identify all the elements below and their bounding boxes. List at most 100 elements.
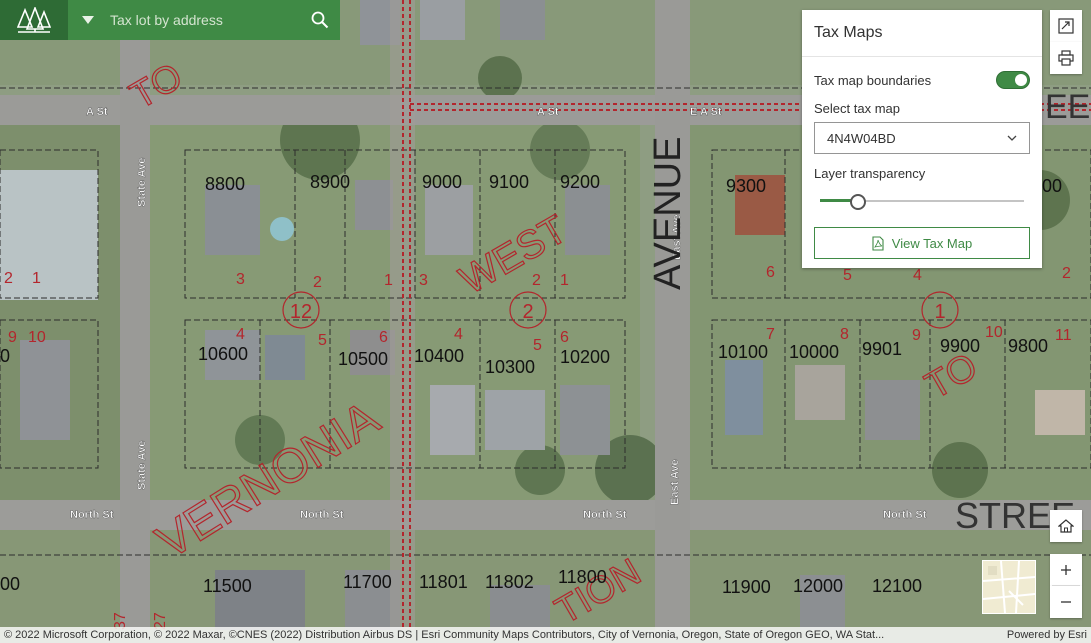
chevron-down-icon — [1007, 135, 1017, 141]
street-label: North St — [583, 509, 627, 521]
svg-text:4: 4 — [913, 267, 922, 284]
app-logo — [0, 0, 68, 40]
street-label: A St — [537, 106, 559, 118]
home-icon — [1058, 519, 1074, 533]
select-value: 4N4W04BD — [827, 130, 896, 146]
big-label: AVENUE — [647, 137, 689, 290]
lot-number: 11500 — [203, 576, 252, 596]
svg-text:3: 3 — [236, 271, 245, 288]
slider-thumb[interactable] — [849, 194, 866, 210]
svg-text:6: 6 — [766, 264, 775, 281]
lot-number: 00 — [0, 574, 20, 594]
lot-number: 8900 — [310, 172, 350, 192]
svg-text:5: 5 — [533, 337, 542, 354]
svg-text:4: 4 — [454, 326, 463, 343]
toggle-label: Tax map boundaries — [814, 72, 932, 88]
svg-text:9: 9 — [912, 327, 921, 344]
pdf-file-icon — [872, 235, 884, 251]
big-label: EET — [1045, 88, 1091, 126]
toggle-knob — [1015, 74, 1027, 86]
lot-number: 11801 — [419, 572, 468, 592]
svg-text:10: 10 — [985, 324, 1003, 341]
svg-text:2: 2 — [1062, 265, 1071, 282]
search-widget — [68, 0, 340, 40]
transparency-slider[interactable] — [820, 191, 1024, 211]
svg-text:10: 10 — [28, 329, 46, 346]
view-tax-map-label: View Tax Map — [891, 235, 973, 251]
svg-text:6: 6 — [560, 329, 569, 346]
attribution-text[interactable]: © 2022 Microsoft Corporation, © 2022 Max… — [4, 629, 884, 641]
tax-maps-panel: Tax Maps Tax map boundaries Select tax m… — [802, 10, 1042, 268]
svg-text:2: 2 — [4, 270, 13, 287]
street-label: A St — [86, 106, 108, 118]
block-number: 2 — [522, 301, 533, 323]
svg-text:3: 3 — [419, 272, 428, 289]
plus-icon — [1061, 565, 1071, 575]
lot-number: 9100 — [489, 172, 529, 192]
search-source-dropdown[interactable] — [68, 0, 108, 40]
lot-number: 8800 — [205, 174, 245, 194]
lot-number: 10400 — [414, 346, 464, 366]
lot-number: 10600 — [198, 344, 248, 364]
select-label: Select tax map — [814, 101, 900, 116]
street-basemap-thumbnail-icon — [983, 561, 1035, 613]
lot-number: 0 — [0, 346, 10, 366]
svg-text:4: 4 — [236, 326, 245, 343]
svg-text:1: 1 — [560, 272, 569, 289]
lot-number: 9200 — [560, 172, 600, 192]
lot-number: 10300 — [485, 357, 535, 377]
print-button[interactable] — [1050, 42, 1082, 74]
lot-number: 9300 — [726, 176, 766, 196]
tax-map-boundaries-toggle[interactable] — [996, 71, 1030, 89]
layer-tool-button[interactable] — [1050, 10, 1082, 42]
zoom-out-button[interactable] — [1050, 586, 1082, 618]
lot-number: 11900 — [722, 577, 771, 597]
lot-number: 9800 — [1008, 336, 1048, 356]
lot-number: 12100 — [872, 576, 922, 596]
caret-down-icon — [82, 16, 94, 24]
attribution-bar: © 2022 Microsoft Corporation, © 2022 Max… — [0, 627, 1091, 643]
lot-number: 10200 — [560, 347, 610, 367]
print-icon — [1058, 50, 1074, 66]
lot-number: 9901 — [862, 339, 902, 359]
street-label: State Ave — [136, 441, 148, 490]
svg-text:11: 11 — [1055, 327, 1072, 344]
lot-number: 9900 — [940, 336, 980, 356]
svg-text:2: 2 — [532, 272, 541, 289]
basemap-toggle[interactable] — [982, 560, 1036, 614]
street-label: North St — [300, 509, 344, 521]
street-label: State Ave — [136, 158, 148, 207]
street-label: North St — [883, 509, 927, 521]
lot-number: 10100 — [718, 342, 768, 362]
street-label: East Ave — [669, 459, 681, 505]
svg-text:5: 5 — [318, 332, 327, 349]
slider-label: Layer transparency — [814, 166, 926, 181]
svg-text:2: 2 — [313, 274, 322, 291]
search-icon — [311, 11, 329, 29]
svg-text:9: 9 — [8, 329, 17, 346]
svg-text:8: 8 — [840, 326, 849, 343]
lot-number: 10500 — [338, 349, 388, 369]
svg-text:5: 5 — [843, 267, 852, 284]
lot-number: 12000 — [793, 576, 843, 596]
powered-by-esri[interactable]: Powered by Esri — [1007, 629, 1087, 641]
svg-text:6: 6 — [379, 329, 388, 346]
lot-number: 9000 — [422, 172, 462, 192]
zoom-in-button[interactable] — [1050, 554, 1082, 586]
search-button[interactable] — [300, 0, 340, 40]
lot-number: 11700 — [343, 572, 392, 592]
block-number: 12 — [290, 301, 312, 323]
lot-number: 11802 — [485, 572, 534, 592]
svg-text:1: 1 — [384, 272, 393, 289]
svg-text:1: 1 — [32, 270, 41, 287]
lot-number: 10000 — [789, 342, 839, 362]
minus-icon — [1061, 601, 1071, 603]
search-input[interactable] — [108, 0, 300, 40]
street-label: E A St — [690, 106, 722, 118]
view-tax-map-button[interactable]: View Tax Map — [814, 227, 1030, 259]
home-button[interactable] — [1050, 510, 1082, 542]
tax-map-select[interactable]: 4N4W04BD — [814, 122, 1030, 154]
street-label: North St — [70, 509, 114, 521]
trees-icon — [17, 7, 51, 33]
expand-panel-icon — [1058, 18, 1074, 34]
